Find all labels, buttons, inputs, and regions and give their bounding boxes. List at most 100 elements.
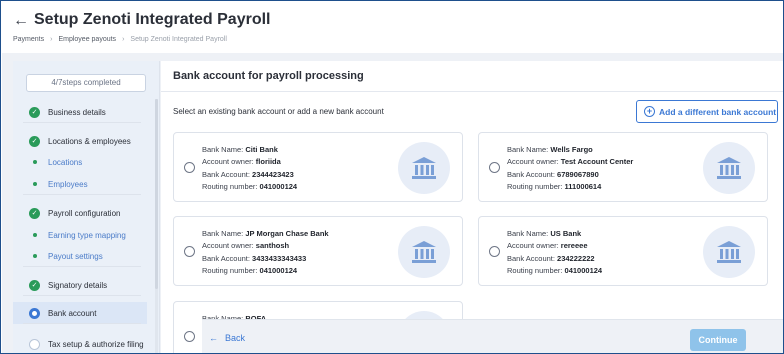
owner-value: santhosh (255, 241, 290, 251)
bank-name-label: Bank Name: (507, 229, 549, 238)
routing-value: 111000614 (564, 181, 602, 191)
substep-employees[interactable]: Employees (13, 173, 147, 195)
step-signatory-details[interactable]: ✓ Signatory details (13, 274, 147, 296)
bank-building-icon (703, 142, 755, 194)
substep-earning-type-mapping[interactable]: Earning type mapping (13, 224, 147, 246)
owner-label: Account owner: (507, 157, 559, 167)
account-radio[interactable] (489, 162, 500, 173)
step-label: Business details (48, 107, 106, 117)
pending-step-icon (29, 338, 40, 350)
routing-value: 041000124 (259, 181, 298, 191)
substep-payout-settings[interactable]: Payout settings (13, 245, 147, 267)
step-bank-account[interactable]: Bank account (13, 302, 147, 324)
back-label: Back (225, 333, 246, 343)
breadcrumb: Payments › Employee payouts › Setup Zeno… (13, 36, 227, 43)
bullet-icon (33, 160, 37, 164)
account-label: Bank Account: (202, 253, 250, 263)
bank-account-card[interactable]: Bank Name: JP Morgan Chase Bank Account … (173, 216, 463, 286)
routing-label: Routing number: (202, 181, 258, 191)
owner-value: rereeee (560, 241, 588, 251)
plus-circle-icon: + (644, 106, 655, 117)
current-step-icon (29, 307, 40, 319)
account-value: 3433433343433 (252, 253, 307, 263)
steps-progress-badge: 4/7steps completed (26, 74, 146, 92)
account-label: Bank Account: (507, 253, 555, 263)
bank-account-card[interactable]: Bank Name: Citi Bank Account owner: flor… (173, 132, 463, 202)
step-divider (23, 266, 141, 267)
steps-sidebar: 4/7steps completed ✓ Business details ✓ … (13, 61, 160, 353)
routing-label: Routing number: (202, 265, 258, 275)
account-value: 234222222 (557, 253, 595, 263)
sidebar-scrollbar-thumb[interactable] (155, 99, 158, 289)
account-radio[interactable] (184, 162, 195, 173)
bank-account-card[interactable]: Bank Name: US Bank Account owner: rereee… (478, 216, 768, 286)
bank-name-value: US Bank (550, 229, 582, 238)
step-divider (23, 194, 141, 195)
instruction-text: Select an existing bank account or add a… (173, 107, 384, 116)
step-label: Locations & employees (48, 136, 131, 146)
step-label: Signatory details (48, 280, 108, 290)
step-label: Tax setup & authorize filing (48, 339, 144, 349)
back-arrow-icon[interactable]: ← (13, 12, 29, 30)
substep-label: Earning type mapping (48, 230, 126, 240)
footer-bar: ← Back Continue (202, 319, 783, 353)
account-details: Bank Name: Wells Fargo Account owner: Te… (507, 144, 633, 193)
account-radio[interactable] (184, 331, 195, 342)
breadcrumb-employee-payouts[interactable]: Employee payouts (58, 36, 116, 43)
account-value: 6789067890 (557, 169, 599, 179)
add-bank-account-button[interactable]: + Add a different bank account (636, 100, 778, 123)
page-header: ← Setup Zenoti Integrated Payroll Paymen… (1, 1, 783, 53)
bank-building-icon (398, 142, 450, 194)
back-button[interactable]: ← Back (209, 333, 245, 343)
app-frame: ← Setup Zenoti Integrated Payroll Paymen… (0, 0, 784, 354)
owner-label: Account owner: (202, 157, 254, 167)
chevron-right-icon: › (122, 36, 125, 43)
bullet-icon (33, 254, 37, 258)
substep-locations[interactable]: Locations (13, 151, 147, 173)
step-locations-employees[interactable]: ✓ Locations & employees (13, 130, 147, 152)
account-radio[interactable] (184, 246, 195, 257)
add-bank-account-label: Add a different bank account (659, 106, 777, 117)
arrow-left-icon: ← (209, 333, 218, 343)
substep-label: Locations (48, 157, 83, 167)
owner-value: floriida (255, 157, 281, 167)
owner-value: Test Account Center (560, 157, 634, 167)
step-label: Payroll configuration (48, 208, 121, 218)
section-title: Bank account for payroll processing (173, 70, 364, 82)
chevron-right-icon: › (50, 36, 53, 43)
routing-label: Routing number: (507, 181, 563, 191)
step-divider (23, 323, 141, 324)
owner-label: Account owner: (202, 241, 254, 251)
bank-account-card[interactable]: Bank Name: Wells Fargo Account owner: Te… (478, 132, 768, 202)
step-divider (23, 295, 141, 296)
check-circle-icon: ✓ (29, 106, 40, 118)
bullet-icon (33, 182, 37, 186)
substep-label: Payout settings (48, 251, 103, 261)
account-details: Bank Name: JP Morgan Chase Bank Account … (202, 228, 329, 277)
check-circle-icon: ✓ (29, 207, 40, 219)
continue-button[interactable]: Continue (690, 329, 746, 351)
bank-name-value: Citi Bank (245, 145, 278, 154)
bank-name-label: Bank Name: (202, 229, 244, 238)
owner-label: Account owner: (507, 241, 559, 251)
account-label: Bank Account: (202, 169, 250, 179)
step-divider (23, 122, 141, 123)
step-business-details[interactable]: ✓ Business details (13, 101, 147, 123)
page-title: Setup Zenoti Integrated Payroll (34, 11, 271, 28)
step-tax-setup[interactable]: Tax setup & authorize filing (13, 333, 147, 353)
bank-name-label: Bank Name: (202, 145, 244, 154)
routing-value: 041000124 (564, 265, 603, 275)
account-radio[interactable] (489, 246, 500, 257)
breadcrumb-payments[interactable]: Payments (13, 36, 44, 43)
step-payroll-configuration[interactable]: ✓ Payroll configuration (13, 202, 147, 224)
bank-name-value: Wells Fargo (550, 145, 593, 154)
check-circle-icon: ✓ (29, 279, 40, 291)
routing-value: 041000124 (259, 265, 298, 275)
account-details: Bank Name: Citi Bank Account owner: flor… (202, 144, 297, 193)
check-circle-icon: ✓ (29, 135, 40, 147)
bank-building-icon (398, 226, 450, 278)
bank-name-label: Bank Name: (507, 145, 549, 154)
routing-label: Routing number: (507, 265, 563, 275)
substep-label: Employees (48, 179, 88, 189)
step-label: Bank account (48, 308, 97, 318)
